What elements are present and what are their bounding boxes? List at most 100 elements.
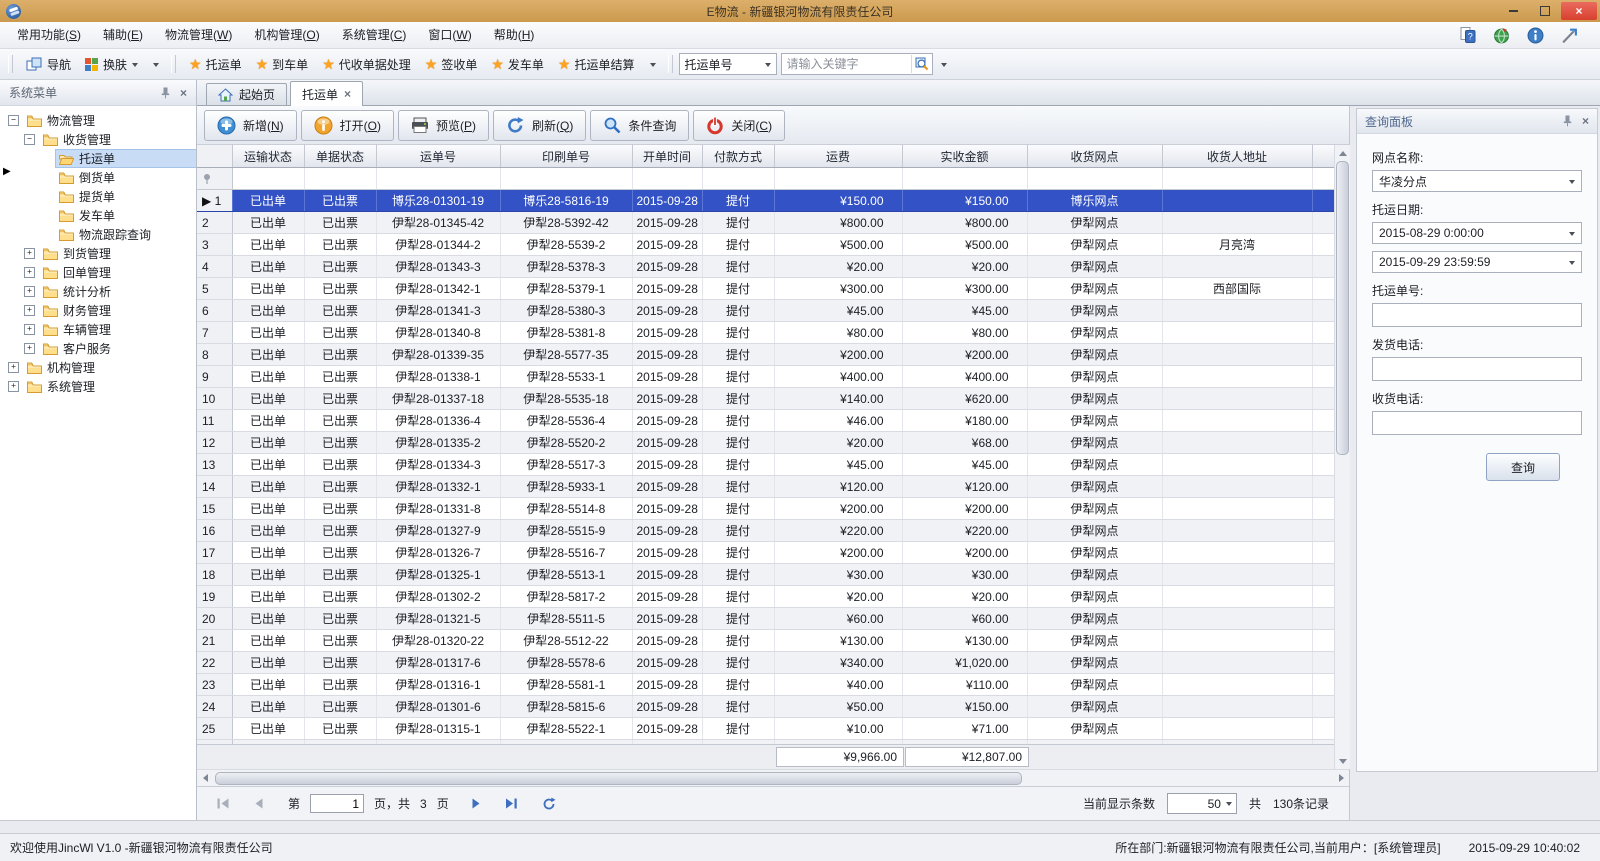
column-header[interactable]: 单据状态: [304, 145, 376, 168]
table-row[interactable]: 2已出单已出票伊犁28-01345-42伊犁28-5392-422015-09-…: [197, 212, 1334, 234]
expander-icon[interactable]: +: [24, 343, 35, 354]
filter-row[interactable]: [197, 168, 1334, 190]
date-from-selector[interactable]: 2015-08-29 0:00:00: [1372, 222, 1582, 244]
table-row[interactable]: 7已出单已出票伊犁28-01340-8伊犁28-5381-82015-09-28…: [197, 322, 1334, 344]
filter-cell[interactable]: [1312, 168, 1334, 190]
branch-selector[interactable]: 华凌分点: [1372, 170, 1582, 192]
expander-icon[interactable]: +: [8, 362, 19, 373]
action-button-refresh[interactable]: 刷新(Q): [493, 110, 586, 141]
tree-item-收货管理[interactable]: −收货管理: [0, 130, 196, 149]
column-header[interactable]: 付款方式: [702, 145, 774, 168]
table-row[interactable]: 3已出单已出票伊犁28-01344-2伊犁28-5539-22015-09-28…: [197, 234, 1334, 256]
tree-item-系统管理[interactable]: +系统管理: [0, 377, 196, 396]
column-header[interactable]: 运输状态: [232, 145, 304, 168]
column-header[interactable]: 开单时间: [632, 145, 702, 168]
search-input[interactable]: [782, 57, 911, 71]
globe-icon[interactable]: [1493, 27, 1510, 44]
tab-waybill[interactable]: 托运单 ×: [290, 81, 363, 106]
expander-icon[interactable]: +: [24, 248, 35, 259]
filter-cell[interactable]: [632, 168, 702, 190]
action-button-add[interactable]: 新增(N): [204, 110, 297, 141]
pin-icon[interactable]: [1563, 115, 1572, 127]
minimize-button[interactable]: [1499, 2, 1528, 20]
favorite-button[interactable]: ★代收单据处理: [315, 53, 418, 76]
column-header[interactable]: 收货人地址: [1162, 145, 1312, 168]
table-row[interactable]: 20已出单已出票伊犁28-01321-5伊犁28-5511-52015-09-2…: [197, 608, 1334, 630]
filter-cell[interactable]: [702, 168, 774, 190]
favorite-button[interactable]: ★托运单: [182, 53, 249, 76]
next-page-button[interactable]: [471, 798, 481, 809]
prev-page-button[interactable]: [254, 798, 264, 809]
maximize-button[interactable]: [1530, 2, 1559, 20]
filter-cell[interactable]: [774, 168, 902, 190]
vertical-scrollbar[interactable]: [1334, 145, 1350, 769]
info-icon[interactable]: [1527, 27, 1544, 44]
scrollbar-thumb[interactable]: [1336, 161, 1349, 455]
search-field-selector[interactable]: 托运单号: [679, 53, 777, 75]
expander-icon[interactable]: +: [24, 305, 35, 316]
favorites-overflow-button[interactable]: [646, 59, 660, 70]
tree-item-回单管理[interactable]: +回单管理: [0, 263, 196, 282]
favorite-button[interactable]: ★托运单结算: [551, 53, 642, 76]
tree-item-车辆管理[interactable]: +车辆管理: [0, 320, 196, 339]
column-header[interactable]: 运单号: [376, 145, 500, 168]
table-row[interactable]: 15已出单已出票伊犁28-01331-8伊犁28-5514-82015-09-2…: [197, 498, 1334, 520]
filter-cell[interactable]: [902, 168, 1027, 190]
skin-button[interactable]: 换肤: [78, 53, 145, 76]
expander-icon[interactable]: +: [24, 324, 35, 335]
help-doc-icon[interactable]: ?: [1460, 27, 1476, 43]
table-row[interactable]: 22已出单已出票伊犁28-01317-6伊犁28-5578-62015-09-2…: [197, 652, 1334, 674]
receiver-phone-input[interactable]: [1372, 411, 1582, 435]
table-row[interactable]: 8已出单已出票伊犁28-01339-35伊犁28-5577-352015-09-…: [197, 344, 1334, 366]
table-row[interactable]: 18已出单已出票伊犁28-01325-1伊犁28-5513-12015-09-2…: [197, 564, 1334, 586]
menu-item[interactable]: 常用功能(S): [6, 23, 92, 47]
toolbar-overflow-button[interactable]: [149, 59, 163, 70]
table-row[interactable]: 14已出单已出票伊犁28-01332-1伊犁28-5933-12015-09-2…: [197, 476, 1334, 498]
favorite-button[interactable]: ★发车单: [484, 53, 551, 76]
menu-item[interactable]: 物流管理(W): [154, 23, 243, 47]
search-go-button[interactable]: [911, 55, 932, 73]
scrollbar-thumb[interactable]: [215, 772, 1022, 785]
waybill-no-input[interactable]: [1372, 303, 1582, 327]
query-panel-close-icon[interactable]: ×: [1582, 115, 1589, 127]
sidebar-close-icon[interactable]: ×: [180, 87, 187, 99]
tree-item-托运单[interactable]: 托运单: [0, 149, 196, 168]
page-size-selector[interactable]: 50: [1167, 793, 1237, 814]
tree-item-物流管理[interactable]: −物流管理: [0, 111, 196, 130]
scroll-up-icon[interactable]: [1335, 145, 1350, 160]
tree-item-发车单[interactable]: 发车单: [0, 206, 196, 225]
scroll-down-icon[interactable]: [1335, 754, 1350, 769]
tree-item-机构管理[interactable]: +机构管理: [0, 358, 196, 377]
table-row[interactable]: 11已出单已出票伊犁28-01336-4伊犁28-5536-42015-09-2…: [197, 410, 1334, 432]
tree-item-物流跟踪查询[interactable]: 物流跟踪查询: [0, 225, 196, 244]
table-row[interactable]: 12已出单已出票伊犁28-01335-2伊犁28-5520-22015-09-2…: [197, 432, 1334, 454]
table-row[interactable]: 16已出单已出票伊犁28-01327-9伊犁28-5515-92015-09-2…: [197, 520, 1334, 542]
menu-item[interactable]: 帮助(H): [483, 23, 546, 47]
tree-item-客户服务[interactable]: +客户服务: [0, 339, 196, 358]
action-button-preview[interactable]: 预览(P): [398, 110, 489, 141]
action-button-open[interactable]: 打开(O): [301, 110, 394, 141]
filter-cell[interactable]: [376, 168, 500, 190]
pin-icon[interactable]: [161, 87, 170, 99]
table-row[interactable]: ▶ 1已出单已出票博乐28-01301-19博乐28-5816-192015-0…: [197, 190, 1334, 212]
tab-home[interactable]: 起始页: [206, 83, 287, 105]
menu-item[interactable]: 机构管理(O): [243, 23, 330, 47]
menu-item[interactable]: 系统管理(C): [331, 23, 418, 47]
filter-cell[interactable]: [304, 168, 376, 190]
expander-icon[interactable]: +: [8, 381, 19, 392]
column-header[interactable]: 印刷单号: [500, 145, 632, 168]
toolbar-grip[interactable]: [171, 55, 176, 73]
table-row[interactable]: 25已出单已出票伊犁28-01315-1伊犁28-5522-12015-09-2…: [197, 718, 1334, 740]
page-number-input[interactable]: [310, 794, 364, 813]
sender-phone-input[interactable]: [1372, 357, 1582, 381]
table-row[interactable]: 19已出单已出票伊犁28-01302-2伊犁28-5817-22015-09-2…: [197, 586, 1334, 608]
action-button-close[interactable]: 关闭(C): [693, 110, 785, 141]
table-row[interactable]: 17已出单已出票伊犁28-01326-7伊犁28-5516-72015-09-2…: [197, 542, 1334, 564]
favorite-button[interactable]: ★到车单: [249, 53, 316, 76]
wizard-icon[interactable]: [1561, 27, 1578, 44]
table-row[interactable]: 13已出单已出票伊犁28-01334-3伊犁28-5517-32015-09-2…: [197, 454, 1334, 476]
first-page-button[interactable]: [217, 798, 230, 809]
column-header[interactable]: 收货网点: [1027, 145, 1162, 168]
toolbar-grip[interactable]: [8, 55, 13, 73]
table-row[interactable]: 9已出单已出票伊犁28-01338-1伊犁28-5533-12015-09-28…: [197, 366, 1334, 388]
